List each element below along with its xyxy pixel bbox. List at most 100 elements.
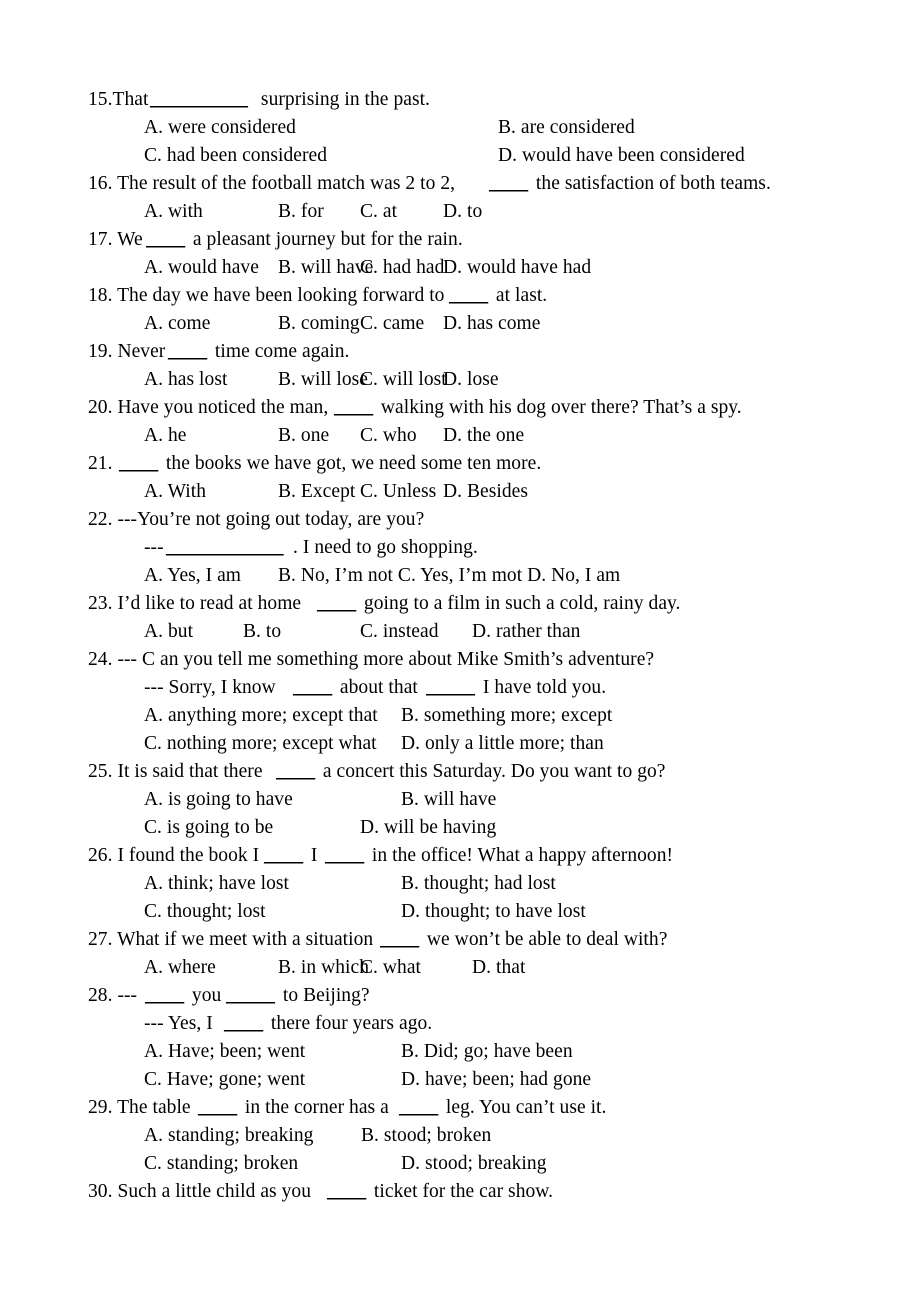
- text-run: 30. Such a little child as you: [88, 1181, 316, 1202]
- text-run: D. thought; to have lost: [401, 901, 586, 922]
- text-run: surprising in the past.: [256, 89, 430, 110]
- text-run: there four years ago.: [266, 1013, 433, 1034]
- text-run: 28. ---: [88, 985, 143, 1006]
- text-line-q16-stem: 16. The result of the football match was…: [88, 170, 878, 198]
- answer-blank: ____: [327, 1181, 367, 1202]
- text-run: 18. The day we have been looking forward…: [88, 285, 450, 306]
- text-run: A. think; have lost: [144, 873, 290, 894]
- text-run: 21.: [88, 453, 118, 474]
- text-run: 16. The result of the football match was…: [88, 173, 460, 194]
- text-run: A. would have: [144, 257, 259, 278]
- text-line-q27-stem: 27. What if we meet with a situation ___…: [88, 926, 878, 954]
- text-line-q24-reply: --- Sorry, I know ____ about that _____ …: [88, 674, 878, 702]
- text-line-q15-opts-ab: A. were considered B. are considered: [88, 114, 878, 142]
- text-run: C. came: [360, 313, 425, 334]
- text-run: going to a film in such a cold, rainy da…: [359, 593, 681, 614]
- text-run: D. would have been considered: [498, 145, 745, 166]
- text-run: 15.That: [88, 89, 154, 110]
- text-run: C. had been considered: [144, 145, 328, 166]
- answer-blank: ____: [380, 929, 420, 950]
- text-run: A. but: [144, 621, 194, 642]
- text-run: C. Unless: [360, 481, 437, 502]
- text-run: C. instead: [360, 621, 439, 642]
- text-line-q18-opts: A. come B. coming C. came D. has come: [88, 310, 878, 338]
- text-line-q25-stem: 25. It is said that there ____ a concert…: [88, 758, 878, 786]
- text-run: the satisfaction of both teams.: [531, 173, 771, 194]
- document-page: 15.That __________ surprising in the pas…: [0, 0, 920, 1300]
- text-run: B. to: [243, 621, 282, 642]
- text-line-q20-opts: A. he B. one C. who D. the one: [88, 422, 878, 450]
- text-run: B. will have: [401, 789, 497, 810]
- text-run: B. Did; go; have been: [401, 1041, 573, 1062]
- text-line-q23-stem: 23. I’d like to read at home ____ going …: [88, 590, 878, 618]
- text-run: 17. We: [88, 229, 148, 250]
- text-run: D. have; been; had gone: [401, 1069, 592, 1090]
- text-run: A. Yes, I am: [144, 565, 242, 586]
- text-line-q28-stem: 28. --- ____ you _____ to Beijing?: [88, 982, 878, 1010]
- text-run: C. Have; gone; went: [144, 1069, 306, 1090]
- text-run: B. coming: [278, 313, 360, 334]
- text-run: C. is going to be: [144, 817, 274, 838]
- text-run: 27. What if we meet with a situation: [88, 929, 379, 950]
- text-line-q17-opts: A. would have B. will have C. had had D. wo…: [88, 254, 878, 282]
- text-run: a pleasant journey but for the rain.: [188, 229, 463, 250]
- answer-blank: ____: [317, 593, 357, 614]
- text-run: A. with: [144, 201, 203, 222]
- text-line-q26-stem: 26. I found the book I ____ I ____ in th…: [88, 842, 878, 870]
- text-run: B. Except: [278, 481, 356, 502]
- text-line-q29-stem: 29. The table ____ in the corner has a _…: [88, 1094, 878, 1122]
- text-line-q29-opts-cd: C. standing; broken D. stood; breaking: [88, 1150, 878, 1178]
- text-run: --- Yes, I: [144, 1013, 218, 1034]
- answer-blank: ____: [325, 845, 365, 866]
- text-run: walking with his dog over there? That’s …: [376, 397, 742, 418]
- text-line-q28-reply: --- Yes, I ____ there four years ago.: [88, 1010, 878, 1038]
- text-run: B. are considered: [498, 117, 635, 138]
- text-run: leg. You can’t use it.: [441, 1097, 607, 1118]
- answer-blank: ____: [264, 845, 304, 866]
- text-run: D. Besides: [443, 481, 528, 502]
- text-run: you: [187, 985, 227, 1006]
- text-run: --- Sorry, I know: [144, 677, 281, 698]
- text-run: C. standing; broken: [144, 1153, 299, 1174]
- text-line-q22-opts: A. Yes, I am B. No, I’m not C. Yes, I’m m…: [88, 562, 878, 590]
- text-run: B. in which: [278, 957, 370, 978]
- text-run: C. what: [360, 957, 422, 978]
- text-run: C. had had: [360, 257, 445, 278]
- text-run: B. No, I’m not C. Yes, I’m mot D. No, I …: [278, 565, 621, 586]
- text-run: we won’t be able to deal with?: [422, 929, 668, 950]
- text-run: A. where: [144, 957, 216, 978]
- text-run: 23. I’d like to read at home: [88, 593, 307, 614]
- text-run: D. only a little more; than: [401, 733, 604, 754]
- text-run: D. would have had: [443, 257, 592, 278]
- answer-blank: __________: [150, 89, 248, 110]
- text-run: D. rather than: [472, 621, 581, 642]
- text-run: A. is going to have: [144, 789, 293, 810]
- text-run: C. nothing more; except what: [144, 733, 377, 754]
- text-run: A. come: [144, 313, 211, 334]
- answer-blank: ____: [276, 761, 316, 782]
- answer-blank: ____: [293, 677, 333, 698]
- text-line-q22-reply: --- ____________ . I need to go shopping.: [88, 534, 878, 562]
- text-line-q25-opts-cd: C. is going to be D. will be having: [88, 814, 878, 842]
- answer-blank: ____: [449, 285, 489, 306]
- answer-blank: ____: [198, 1097, 238, 1118]
- answer-blank: ____: [399, 1097, 439, 1118]
- text-line-q26-opts-ab: A. think; have lost B. thought; had lost: [88, 870, 878, 898]
- text-run: about that: [335, 677, 423, 698]
- text-line-q16-opts: A. with B. for C. at D. to: [88, 198, 878, 226]
- text-run: in the office! What a happy afternoon!: [367, 845, 674, 866]
- answer-blank: ____________: [166, 537, 284, 558]
- text-run: A. anything more; except that: [144, 705, 378, 726]
- text-run: 22. ---You’re not going out today, are y…: [88, 509, 425, 530]
- answer-blank: _____: [426, 677, 475, 698]
- text-run: B. one: [278, 425, 330, 446]
- text-line-q21-stem: 21. ____ the books we have got, we need …: [88, 450, 878, 478]
- text-line-q22-stem: 22. ---You’re not going out today, are y…: [88, 506, 878, 534]
- text-run: D. lose: [443, 369, 499, 390]
- text-run: 19. Never: [88, 341, 171, 362]
- text-run: in the corner has a: [240, 1097, 394, 1118]
- text-line-q18-stem: 18. The day we have been looking forward…: [88, 282, 878, 310]
- text-run: . I need to go shopping.: [293, 537, 478, 558]
- worksheet-body: 15.That __________ surprising in the pas…: [88, 86, 878, 1206]
- text-run: 26. I found the book I: [88, 845, 265, 866]
